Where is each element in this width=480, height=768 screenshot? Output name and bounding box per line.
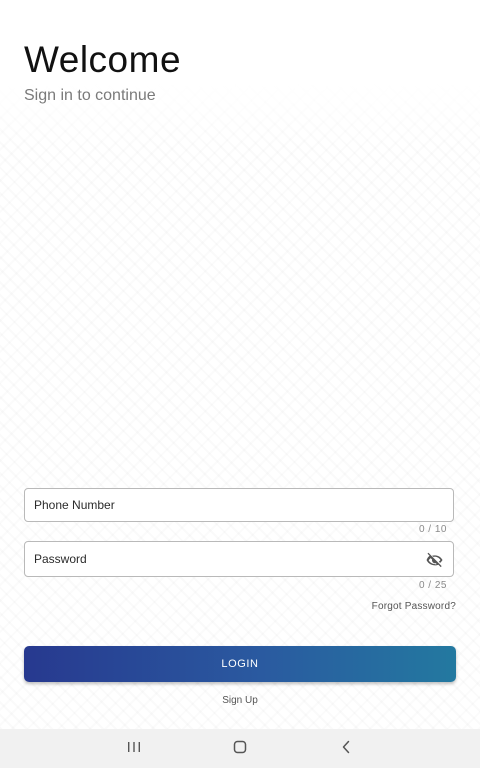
recents-button[interactable] bbox=[114, 733, 154, 765]
home-icon bbox=[233, 740, 247, 759]
password-char-counter: 0 / 25 bbox=[418, 580, 447, 591]
back-icon bbox=[341, 740, 351, 759]
login-screen: Welcome Sign in to continue 0 / 10 0 / 2… bbox=[0, 0, 480, 729]
phone-char-counter: 0 / 10 bbox=[418, 524, 447, 535]
phone-number-field[interactable] bbox=[24, 488, 454, 522]
home-button[interactable] bbox=[220, 733, 260, 765]
phone-number-input[interactable] bbox=[34, 489, 414, 521]
sign-up-link[interactable]: Sign Up bbox=[0, 695, 480, 706]
password-field[interactable] bbox=[24, 541, 454, 577]
recents-icon bbox=[127, 740, 141, 758]
system-navigation-bar bbox=[0, 729, 480, 768]
login-button[interactable]: LOGIN bbox=[24, 646, 456, 682]
back-button[interactable] bbox=[326, 733, 366, 765]
eye-off-icon[interactable] bbox=[425, 550, 445, 570]
password-input[interactable] bbox=[34, 542, 414, 576]
page-subtitle: Sign in to continue bbox=[24, 87, 156, 104]
page-title: Welcome bbox=[24, 39, 182, 80]
forgot-password-link[interactable]: Forgot Password? bbox=[372, 601, 456, 612]
